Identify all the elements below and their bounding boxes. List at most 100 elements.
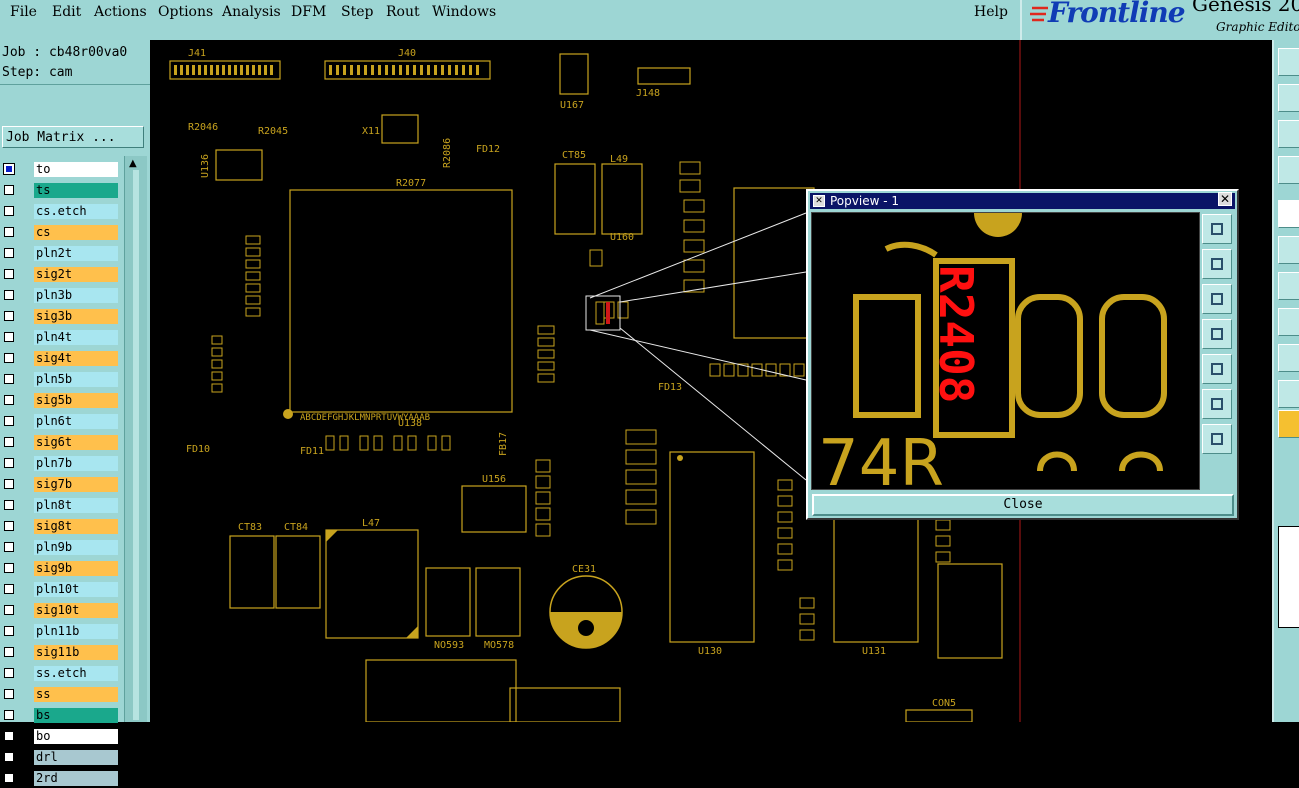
tool-button[interactable]	[1278, 84, 1299, 112]
layer-name[interactable]: pln2t	[34, 246, 118, 261]
pan-left-icon[interactable]	[1202, 319, 1232, 349]
layer-checkbox[interactable]	[4, 647, 14, 657]
layer-name[interactable]: bs	[34, 708, 118, 723]
zoom-to-fit-icon[interactable]	[1202, 214, 1232, 244]
layer-row[interactable]: drl	[0, 749, 120, 767]
layer-row[interactable]: sig6t	[0, 434, 120, 452]
layer-checkbox[interactable]	[4, 185, 14, 195]
layer-checkbox[interactable]	[4, 479, 14, 489]
layer-row[interactable]: pln10t	[0, 581, 120, 599]
tool-button[interactable]	[1278, 156, 1299, 184]
tool-button[interactable]	[1278, 308, 1299, 336]
layer-checkbox[interactable]	[4, 521, 14, 531]
layer-row[interactable]: pln2t	[0, 245, 120, 263]
layer-name[interactable]: sig8t	[34, 519, 118, 534]
menu-windows[interactable]: Windows	[432, 4, 496, 20]
layer-checkbox[interactable]	[4, 689, 14, 699]
layer-checkbox[interactable]	[4, 290, 14, 300]
layer-name[interactable]: sig3b	[34, 309, 118, 324]
layer-checkbox[interactable]	[4, 227, 14, 237]
layer-checkbox[interactable]	[4, 752, 14, 762]
layer-name[interactable]: sig6t	[34, 435, 118, 450]
layer-checkbox[interactable]	[4, 458, 14, 468]
layer-row[interactable]: ss	[0, 686, 120, 704]
layer-row[interactable]: sig4t	[0, 350, 120, 368]
layer-name[interactable]: drl	[34, 750, 118, 765]
layer-name[interactable]: pln9b	[34, 540, 118, 555]
menu-dfm[interactable]: DFM	[291, 4, 326, 20]
layer-name[interactable]: pln8t	[34, 498, 118, 513]
layer-name[interactable]: pln7b	[34, 456, 118, 471]
layer-name[interactable]: ss	[34, 687, 118, 702]
layer-checkbox[interactable]	[4, 395, 14, 405]
layer-checkbox[interactable]	[4, 731, 14, 741]
zoom-in-icon[interactable]	[1202, 389, 1232, 419]
layer-checkbox[interactable]	[4, 374, 14, 384]
layer-row[interactable]: sig5b	[0, 392, 120, 410]
menu-actions[interactable]: Actions	[94, 4, 147, 20]
layer-name[interactable]: pln3b	[34, 288, 118, 303]
layer-name[interactable]: pln11b	[34, 624, 118, 639]
layer-row[interactable]: sig7b	[0, 476, 120, 494]
layer-checkbox[interactable]	[4, 416, 14, 426]
layer-checkbox[interactable]	[4, 437, 14, 447]
layer-row[interactable]: sig8t	[0, 518, 120, 536]
layer-name[interactable]: sig11b	[34, 645, 118, 660]
layer-name[interactable]: cs	[34, 225, 118, 240]
pan-down-icon[interactable]	[1202, 284, 1232, 314]
layer-name[interactable]: sig4t	[34, 351, 118, 366]
layer-checkbox[interactable]	[4, 584, 14, 594]
layer-name[interactable]: pln4t	[34, 330, 118, 345]
zoom-out-icon[interactable]	[1202, 424, 1232, 454]
layer-checkbox[interactable]	[4, 773, 14, 783]
menu-options[interactable]: Options	[158, 4, 213, 20]
layer-name[interactable]: pln5b	[34, 372, 118, 387]
layer-name[interactable]: ss.etch	[34, 666, 118, 681]
layer-checkbox[interactable]	[4, 626, 14, 636]
layer-row[interactable]: to	[0, 161, 120, 179]
popview-titlebar[interactable]: ✕ Popview - 1	[810, 193, 1235, 209]
layer-name[interactable]: sig5b	[34, 393, 118, 408]
layer-row[interactable]: sig10t	[0, 602, 120, 620]
tool-button[interactable]	[1278, 380, 1299, 408]
layer-name[interactable]: cs.etch	[34, 204, 118, 219]
layer-row[interactable]: sig2t	[0, 266, 120, 284]
close-button[interactable]: Close	[812, 494, 1234, 516]
layer-name[interactable]: pln6t	[34, 414, 118, 429]
layer-row[interactable]: sig9b	[0, 560, 120, 578]
tool-button[interactable]	[1278, 236, 1299, 264]
layer-row[interactable]: ss.etch	[0, 665, 120, 683]
menu-analysis[interactable]: Analysis	[222, 4, 281, 20]
layer-checkbox[interactable]	[4, 353, 14, 363]
tool-button[interactable]	[1278, 272, 1299, 300]
menu-rout[interactable]: Rout	[386, 4, 420, 20]
layer-name[interactable]: sig7b	[34, 477, 118, 492]
layer-row[interactable]: cs.etch	[0, 203, 120, 221]
layer-checkbox[interactable]	[3, 163, 15, 175]
layer-name[interactable]: pln10t	[34, 582, 118, 597]
layer-row[interactable]: sig11b	[0, 644, 120, 662]
layer-row[interactable]: bo	[0, 728, 120, 746]
layer-row[interactable]: 2rd	[0, 770, 120, 788]
popview-viewport[interactable]: R2408 74R	[811, 212, 1200, 490]
close-icon[interactable]: ✕	[1218, 192, 1232, 206]
mini-preview[interactable]	[1278, 526, 1299, 628]
layer-row[interactable]: ts	[0, 182, 120, 200]
layer-row[interactable]: pln9b	[0, 539, 120, 557]
layer-checkbox[interactable]	[4, 248, 14, 258]
layer-checkbox[interactable]	[4, 605, 14, 615]
tool-button[interactable]	[1278, 120, 1299, 148]
layer-row[interactable]: pln11b	[0, 623, 120, 641]
job-matrix-button[interactable]: Job Matrix ...	[2, 126, 144, 148]
layer-row[interactable]: pln5b	[0, 371, 120, 389]
layer-list-scrollbar[interactable]: ▲	[124, 156, 147, 722]
layer-row[interactable]: pln6t	[0, 413, 120, 431]
layer-row[interactable]: pln3b	[0, 287, 120, 305]
tool-button-selected[interactable]	[1278, 200, 1299, 228]
layer-checkbox[interactable]	[4, 563, 14, 573]
layer-name[interactable]: sig9b	[34, 561, 118, 576]
layer-name[interactable]: sig2t	[34, 267, 118, 282]
pointer-tool-button[interactable]	[1278, 410, 1299, 438]
tool-button[interactable]	[1278, 48, 1299, 76]
scroll-up-icon[interactable]: ▲	[129, 158, 137, 169]
